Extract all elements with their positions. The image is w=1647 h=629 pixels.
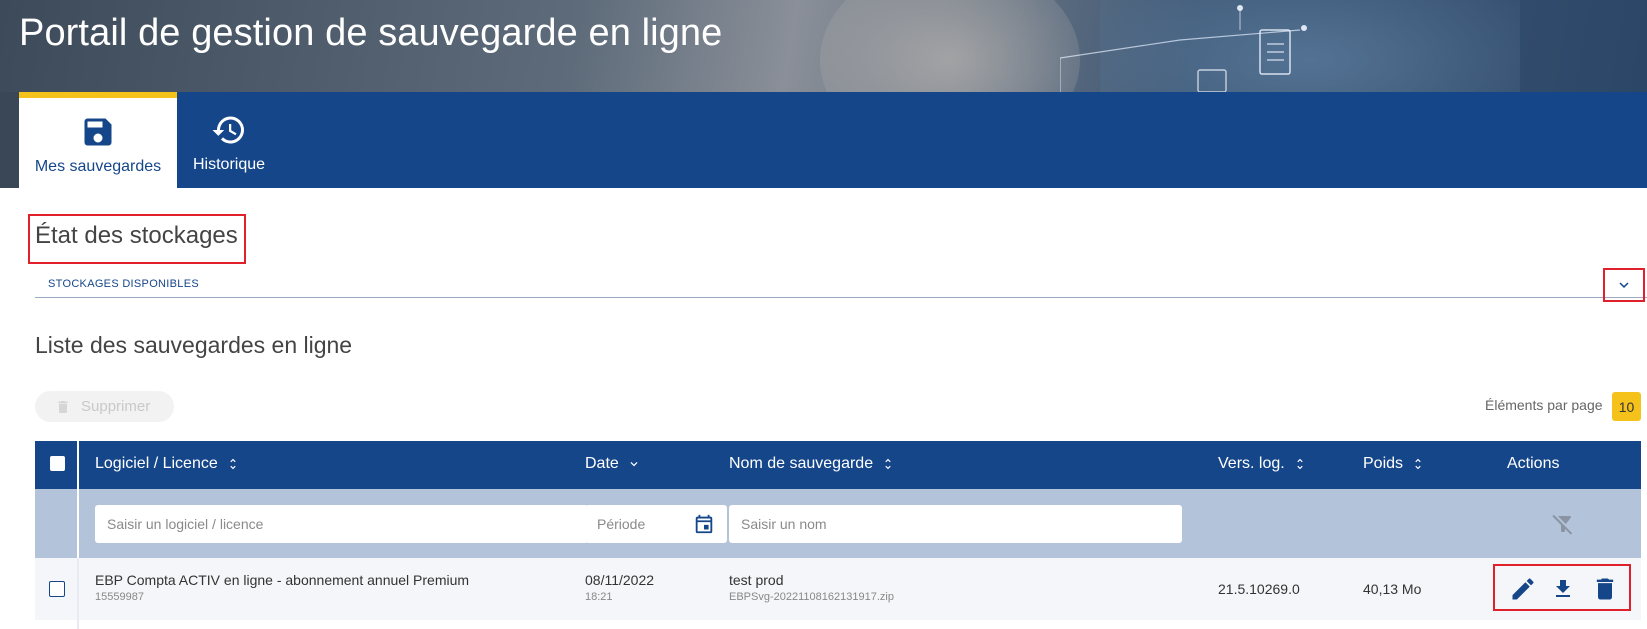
- column-header-label: Logiciel / Licence: [95, 455, 218, 472]
- column-header-actions: Actions: [1507, 455, 1559, 473]
- name-filter-input[interactable]: [729, 505, 1182, 543]
- backup-name-cell: test prod: [729, 572, 784, 588]
- time-cell: 18:21: [585, 591, 613, 603]
- chevron-down-icon: [1619, 282, 1629, 288]
- license-cell: 15559987: [95, 591, 144, 603]
- column-header-software[interactable]: Logiciel / Licence: [95, 455, 240, 473]
- sort-icon: [230, 458, 236, 470]
- delete-button[interactable]: Supprimer: [35, 391, 174, 422]
- sort-icon: [1297, 458, 1303, 470]
- header-banner: Portail de gestion de sauvegarde en lign…: [0, 0, 1647, 92]
- delete-label: Supprimer: [81, 398, 151, 415]
- tab-bar-margin: [0, 92, 19, 188]
- column-header-label: Vers. log.: [1218, 455, 1285, 472]
- table-header: Logiciel / Licence Date Nom de sauvegard…: [35, 441, 1641, 489]
- software-cell: EBP Compta ACTIV en ligne - abonnement a…: [95, 572, 470, 588]
- sort-icon: [885, 458, 891, 470]
- column-header-label: Poids: [1363, 455, 1404, 472]
- trash-icon[interactable]: [1591, 575, 1619, 603]
- tab-historique[interactable]: Historique: [177, 92, 281, 188]
- per-page-select[interactable]: 10: [1612, 392, 1641, 421]
- banner-decoration: [1060, 5, 1307, 92]
- download-icon[interactable]: [1551, 575, 1575, 603]
- select-all-checkbox[interactable]: [50, 456, 65, 471]
- column-header-label: Actions: [1507, 455, 1560, 472]
- tab-label: Historique: [192, 156, 266, 173]
- tab-mes-sauvegardes[interactable]: Mes sauvegardes: [19, 92, 177, 188]
- column-header-version[interactable]: Vers. log.: [1218, 455, 1307, 473]
- period-filter-input[interactable]: [585, 505, 685, 543]
- storage-accordion[interactable]: STOCKAGES DISPONIBLES: [35, 272, 1647, 298]
- period-filter[interactable]: [585, 505, 727, 543]
- banner-background: [820, 0, 1080, 92]
- save-icon: [84, 118, 112, 146]
- column-header-size[interactable]: Poids: [1363, 455, 1425, 473]
- row-actions: [1493, 564, 1631, 611]
- row-checkbox[interactable]: [49, 581, 65, 597]
- page-title: Portail de gestion de sauvegarde en lign…: [19, 12, 723, 54]
- software-filter-input[interactable]: [95, 505, 588, 543]
- trash-icon: [58, 400, 68, 413]
- version-cell: 21.5.10269.0: [1218, 581, 1300, 597]
- calendar-icon[interactable]: [693, 513, 715, 535]
- tab-label: Mes sauvegardes: [34, 158, 162, 175]
- sort-icon: [1415, 458, 1421, 470]
- column-divider: [77, 558, 79, 629]
- backup-list-title: Liste des sauvegardes en ligne: [35, 332, 353, 358]
- history-icon: [212, 116, 244, 144]
- column-header-label: Date: [585, 455, 619, 472]
- column-header-date[interactable]: Date: [585, 455, 641, 473]
- date-cell: 08/11/2022: [585, 572, 655, 588]
- tab-bar: Mes sauvegardes Historique: [0, 92, 1647, 188]
- backup-file-cell: EBPSvg-20221108162131917.zip: [729, 591, 894, 603]
- clear-filter-icon[interactable]: [1551, 512, 1575, 536]
- edit-icon[interactable]: [1509, 575, 1537, 603]
- column-divider: [77, 441, 79, 558]
- size-cell: 40,13 Mo: [1363, 581, 1422, 597]
- chevron-down-icon: [630, 462, 638, 467]
- filter-row: [35, 489, 1641, 558]
- column-header-label: Nom de sauvegarde: [729, 455, 874, 472]
- storage-available-label: STOCKAGES DISPONIBLES: [48, 278, 199, 290]
- storage-title: État des stockages: [35, 222, 238, 249]
- storage-expand-button[interactable]: [1603, 268, 1645, 302]
- per-page-label: Éléments par page: [1485, 397, 1603, 413]
- column-header-name[interactable]: Nom de sauvegarde: [729, 455, 895, 473]
- table-row: EBP Compta ACTIV en ligne - abonnement a…: [35, 558, 1641, 620]
